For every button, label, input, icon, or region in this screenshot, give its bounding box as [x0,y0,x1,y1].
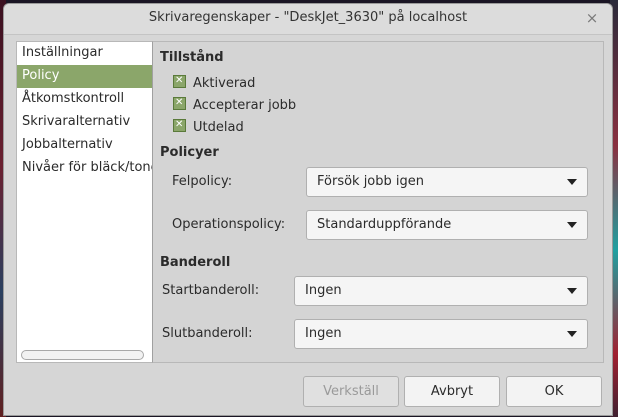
chevron-down-icon [567,179,577,185]
sidebar-item-label: Policy [22,68,60,83]
enabled-checkbox[interactable] [173,72,186,90]
operation-policy-value: Standarduppförande [317,217,452,232]
accepting-jobs-checkbox-row[interactable]: Accepterar jobb [173,94,297,114]
shared-checkbox-row[interactable]: Utdelad [173,116,244,136]
sidebar-scrollbar[interactable] [21,350,144,360]
window-title: Skrivaregenskaper - "DeskJet_3630" på lo… [148,10,468,25]
sidebar-item-policy[interactable]: Policy [17,65,154,88]
chevron-down-icon [567,222,577,228]
end-banner-value: Ingen [305,326,342,341]
chevron-down-icon [567,331,577,337]
sidebar-item-ink-levels[interactable]: Nivåer för bläck/toner [17,157,154,180]
start-banner-value: Ingen [305,283,342,298]
shared-checkbox[interactable] [173,116,186,134]
error-policy-label: Felpolicy: [172,174,233,189]
accepting-jobs-checkbox[interactable] [173,94,186,112]
sidebar: Inställningar Policy Åtkomstkontroll Skr… [16,41,155,363]
enabled-checkbox-row[interactable]: Aktiverad [173,72,256,92]
chevron-down-icon [567,288,577,294]
sidebar-item-label: Nivåer för bläck/toner [22,160,154,175]
sidebar-item-label: Skrivaralternativ [22,114,131,129]
sidebar-item-label: Inställningar [22,45,103,60]
error-policy-value: Försök jobb igen [317,174,425,189]
sidebar-item-job-options[interactable]: Jobbalternativ [17,134,154,157]
policies-section-title: Policyer [160,145,219,160]
end-banner-dropdown[interactable]: Ingen [294,319,588,349]
state-section-title: Tillstånd [160,50,224,65]
close-icon[interactable]: × [582,6,602,30]
cancel-button[interactable]: Avbryt [404,376,500,407]
operation-policy-dropdown[interactable]: Standarduppförande [306,210,588,240]
policy-panel: Tillstånd Aktiverad Accepterar jobb Utde… [152,41,604,363]
ok-button[interactable]: OK [506,376,602,407]
sidebar-item-settings[interactable]: Inställningar [17,42,154,65]
title-bar: Skrivaregenskaper - "DeskJet_3630" på lo… [4,4,612,35]
sidebar-item-printer-options[interactable]: Skrivaralternativ [17,111,154,134]
start-banner-label: Startbanderoll: [162,283,260,298]
banner-section-title: Banderoll [160,255,231,270]
sidebar-item-label: Jobbalternativ [22,137,113,152]
checkbox-label: Aktiverad [193,76,256,91]
operation-policy-label: Operationspolicy: [172,217,286,232]
error-policy-dropdown[interactable]: Försök jobb igen [306,167,588,197]
printer-properties-window: Skrivaregenskaper - "DeskJet_3630" på lo… [4,4,612,415]
checkbox-label: Accepterar jobb [193,98,297,113]
end-banner-label: Slutbanderoll: [162,326,253,341]
apply-button[interactable]: Verkställ [303,376,399,407]
checkbox-label: Utdelad [193,120,244,135]
sidebar-item-access-control[interactable]: Åtkomstkontroll [17,88,154,111]
start-banner-dropdown[interactable]: Ingen [294,276,588,306]
sidebar-item-label: Åtkomstkontroll [22,91,125,106]
